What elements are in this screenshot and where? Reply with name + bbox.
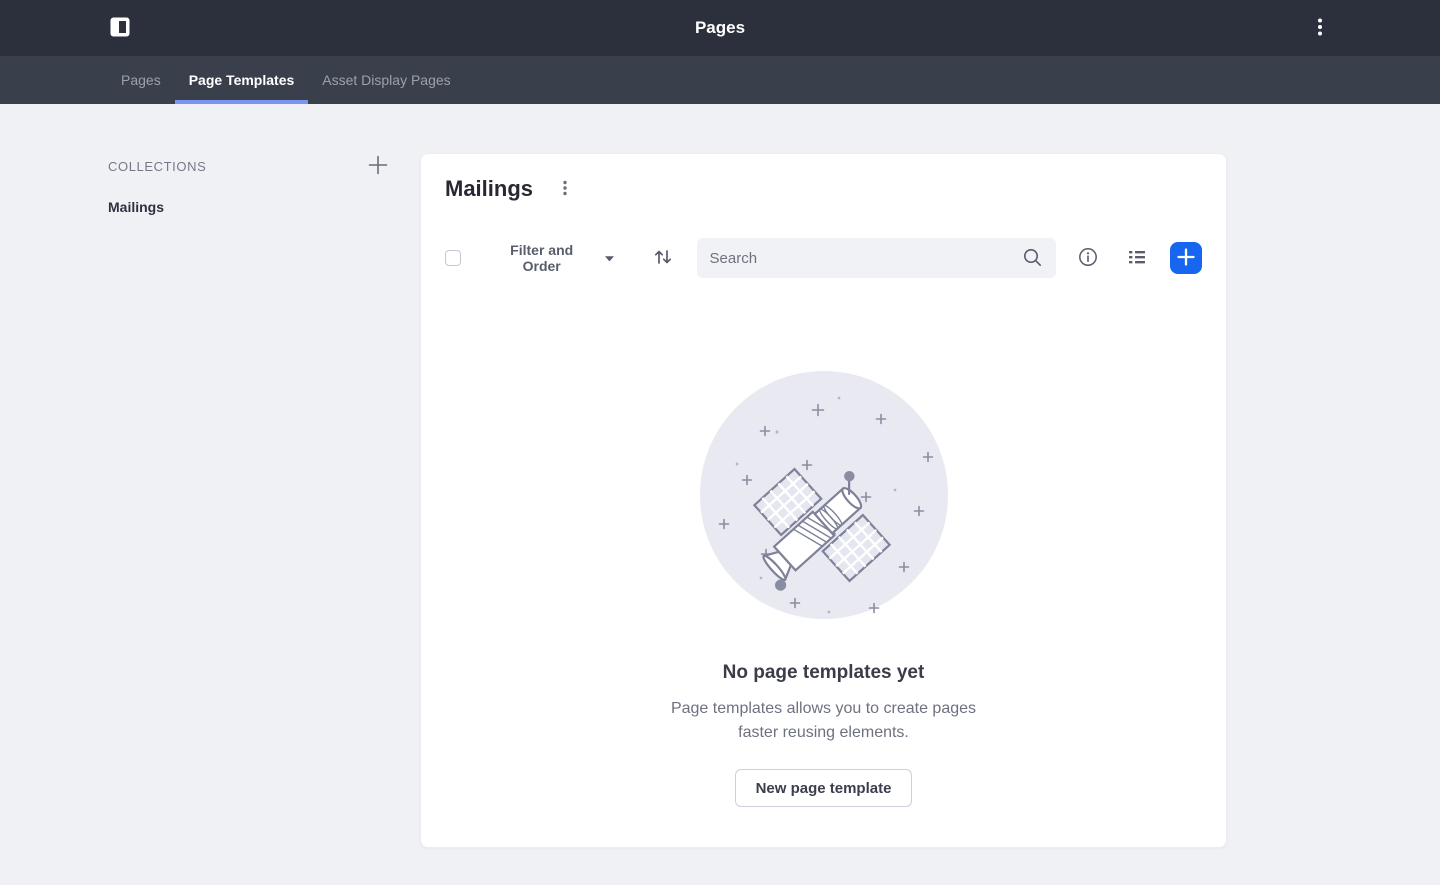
empty-state: No page templates yet Page templates all… — [421, 370, 1226, 807]
search-input[interactable] — [710, 250, 1021, 267]
satellite-illustration — [699, 370, 949, 620]
tab-page-templates[interactable]: Page Templates — [175, 56, 309, 104]
magnifier-icon — [1021, 246, 1043, 271]
card-title-row: Mailings — [421, 154, 1226, 202]
page-title: Pages — [0, 0, 1440, 56]
header-overflow-button[interactable] — [1308, 16, 1332, 40]
collections-header: COLLECTIONS — [108, 153, 390, 179]
management-toolbar: Filter and Order — [445, 238, 1202, 278]
sort-arrows-icon — [651, 245, 675, 272]
search-submit-button[interactable] — [1021, 247, 1043, 269]
collection-menu-button[interactable] — [553, 177, 577, 201]
filter-and-order-button[interactable]: Filter and Order — [490, 242, 615, 274]
empty-state-description-line2: faster reusing elements. — [421, 721, 1226, 745]
plus-icon — [1177, 248, 1195, 269]
content-area: COLLECTIONS Mailings Mailings — [0, 104, 1440, 885]
tab-asset-display-pages[interactable]: Asset Display Pages — [308, 56, 464, 104]
tab-pages[interactable]: Pages — [107, 56, 175, 104]
kebab-vertical-icon — [555, 178, 575, 201]
new-page-template-button[interactable]: New page template — [735, 769, 913, 807]
page-templates-card: Mailings Filter and Order — [420, 153, 1227, 848]
select-all-checkbox[interactable] — [445, 250, 461, 266]
search-box — [697, 238, 1056, 278]
kebab-vertical-icon — [1308, 15, 1332, 42]
empty-state-description: Page templates allows you to create page… — [421, 697, 1226, 745]
collection-title: Mailings — [445, 176, 533, 202]
new-page-template-plus-button[interactable] — [1170, 242, 1202, 274]
sort-order-button[interactable] — [651, 246, 675, 270]
sidebar-item-mailings[interactable]: Mailings — [108, 199, 390, 215]
view-type-button[interactable] — [1126, 246, 1150, 270]
info-button[interactable] — [1076, 246, 1100, 270]
empty-state-description-line1: Page templates allows you to create page… — [421, 697, 1226, 721]
info-circle-icon — [1077, 246, 1099, 271]
filter-and-order-label: Filter and Order — [490, 242, 594, 274]
plus-icon — [366, 153, 390, 180]
add-collection-button[interactable] — [366, 154, 390, 178]
caret-down-icon — [604, 250, 615, 266]
list-view-icon — [1126, 246, 1148, 271]
app-header: Pages — [0, 0, 1440, 56]
collections-sidebar: COLLECTIONS Mailings — [108, 153, 390, 215]
empty-state-title: No page templates yet — [421, 662, 1226, 684]
collections-heading: COLLECTIONS — [108, 159, 206, 174]
tab-bar: Pages Page Templates Asset Display Pages — [0, 56, 1440, 104]
